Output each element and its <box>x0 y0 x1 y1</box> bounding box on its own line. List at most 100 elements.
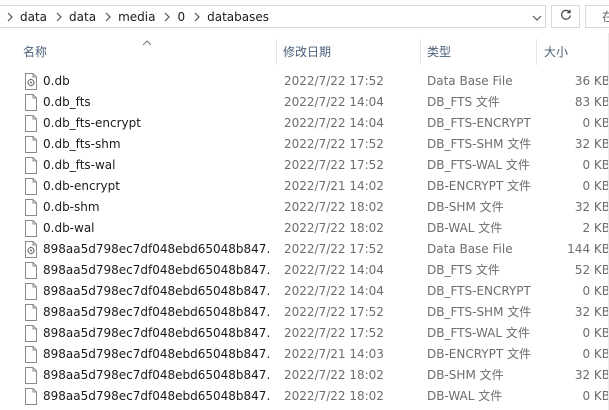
file-icon <box>24 325 38 342</box>
breadcrumb-item-data[interactable]: data <box>20 6 49 27</box>
file-row[interactable]: 0.db-wal 2022/7/22 18:02 DB-WAL 文件 2 KB <box>0 218 609 239</box>
file-size: 0 KB <box>541 281 609 302</box>
file-size-value: 32 KB <box>574 137 609 151</box>
file-date: 2022/7/22 18:02 <box>284 200 384 214</box>
refresh-button[interactable] <box>551 5 580 28</box>
chevron-right-icon[interactable] <box>157 6 177 27</box>
file-size: 0 KB <box>541 155 609 176</box>
file-icon <box>24 199 38 216</box>
file-icon <box>24 346 38 363</box>
file-name: 0.db <box>43 74 70 88</box>
file-date: 2022/7/22 18:02 <box>284 221 384 235</box>
file-type: DB-ENCRYPT 文件 <box>427 347 532 361</box>
file-type: DB_FTS-WAL 文件 <box>427 158 530 172</box>
file-icon <box>24 304 38 321</box>
breadcrumb-label[interactable]: data <box>69 10 98 24</box>
column-divider[interactable] <box>420 39 421 65</box>
column-divider[interactable] <box>536 39 537 65</box>
chevron-down-icon <box>532 10 542 24</box>
file-size-value: 2 KB <box>582 221 609 235</box>
breadcrumb-label[interactable]: databases <box>207 10 271 24</box>
breadcrumb-item-data[interactable]: data <box>69 6 98 27</box>
file-icon <box>24 157 38 174</box>
file-date: 2022/7/22 14:04 <box>284 284 384 298</box>
file-date: 2022/7/22 18:02 <box>284 389 384 403</box>
file-name: 898aa5d798ec7df048ebd65048b847... <box>43 284 271 298</box>
file-size: 0 KB <box>541 176 609 197</box>
file-icon <box>24 136 38 153</box>
file-date: 2022/7/22 17:52 <box>284 137 384 151</box>
file-row[interactable]: 0.db_fts-shm 2022/7/22 17:52 DB_FTS-SHM 文件… <box>0 134 609 155</box>
file-type: DB_FTS-SHM 文件 <box>427 137 532 151</box>
file-date: 2022/7/22 17:52 <box>284 158 384 172</box>
breadcrumb-item-databases[interactable]: databases <box>207 6 271 27</box>
column-header-type[interactable]: 类型 <box>427 33 451 69</box>
file-size-value: 0 KB <box>582 389 609 403</box>
chevron-right-icon[interactable] <box>49 6 69 27</box>
file-name: 0.db-encrypt <box>43 179 120 193</box>
file-icon <box>24 220 38 237</box>
file-type: Data Base File <box>427 74 513 88</box>
file-row[interactable]: 898aa5d798ec7df048ebd65048b847... 2022/7/… <box>0 281 609 302</box>
file-size: 52 KB <box>541 260 609 281</box>
file-icon <box>24 94 38 111</box>
refresh-icon <box>560 9 572 24</box>
file-type: DB-SHM 文件 <box>427 200 504 214</box>
file-size: 32 KB <box>541 197 609 218</box>
file-row[interactable]: 898aa5d798ec7df048ebd65048b847... 2022/7/… <box>0 302 609 323</box>
column-divider[interactable] <box>276 39 277 65</box>
breadcrumb-label[interactable]: media <box>118 10 157 24</box>
search-input[interactable]: 在 <box>585 5 609 28</box>
breadcrumb-label[interactable]: data <box>20 10 49 24</box>
file-row[interactable]: 898aa5d798ec7df048ebd65048b847... 2022/7/… <box>0 260 609 281</box>
file-type: DB_FTS-SHM 文件 <box>427 305 532 319</box>
file-row[interactable]: 898aa5d798ec7df048ebd65048b847... 2022/7/… <box>0 365 609 386</box>
file-type: DB_FTS-ENCRYPT <box>427 284 531 298</box>
file-row[interactable]: 898aa5d798ec7df048ebd65048b847... 2022/7/… <box>0 344 609 365</box>
file-row[interactable]: 0.db_fts-wal 2022/7/22 17:52 DB_FTS-WAL 文件… <box>0 155 609 176</box>
file-icon <box>24 367 38 384</box>
column-header-name[interactable]: 名称 <box>23 33 47 69</box>
file-row[interactable]: 898aa5d798ec7df048ebd65048b847... 2022/7/… <box>0 323 609 344</box>
breadcrumb[interactable]: data data media 0 databases <box>0 5 546 28</box>
file-row[interactable]: 0.db 2022/7/22 17:52 Data Base File 36 KB <box>0 71 609 92</box>
file-row[interactable]: 0.db_fts 2022/7/22 14:04 DB_FTS 文件 83 KB <box>0 92 609 113</box>
file-date: 2022/7/22 17:52 <box>284 242 384 256</box>
file-row[interactable]: 0.db-encrypt 2022/7/21 14:02 DB-ENCRYPT 文件… <box>0 176 609 197</box>
file-size: 0 KB <box>541 344 609 365</box>
file-date: 2022/7/22 18:02 <box>284 368 384 382</box>
file-name: 0.db-shm <box>43 200 100 214</box>
file-type: DB_FTS-ENCRYPT <box>427 116 531 130</box>
file-row[interactable]: 0.db-shm 2022/7/22 18:02 DB-SHM 文件 32 KB <box>0 197 609 218</box>
file-list: 0.db 2022/7/22 17:52 Data Base File 36 KB 0.… <box>0 71 609 407</box>
file-size-value: 0 KB <box>582 284 609 298</box>
file-row[interactable]: 898aa5d798ec7df048ebd65048b847... 2022/7/… <box>0 239 609 260</box>
file-row[interactable]: 0.db_fts-encrypt 2022/7/22 14:04 DB_FTS-EN… <box>0 113 609 134</box>
address-history-dropdown[interactable] <box>527 5 546 28</box>
file-icon <box>24 388 38 405</box>
file-date: 2022/7/22 17:52 <box>284 305 384 319</box>
chevron-right-icon[interactable] <box>187 6 207 27</box>
chevron-right-icon[interactable] <box>0 6 20 27</box>
file-size: 0 KB <box>541 386 609 407</box>
file-name: 898aa5d798ec7df048ebd65048b847... <box>43 389 271 403</box>
file-row[interactable]: 898aa5d798ec7df048ebd65048b847... 2022/7/… <box>0 386 609 407</box>
file-type: DB_FTS-WAL 文件 <box>427 326 530 340</box>
breadcrumb-label[interactable]: 0 <box>177 10 187 24</box>
file-size-value: 144 KB <box>567 242 609 256</box>
file-date: 2022/7/22 17:52 <box>284 326 384 340</box>
file-type: DB_FTS 文件 <box>427 263 500 277</box>
file-date: 2022/7/21 14:03 <box>284 347 384 361</box>
chevron-right-icon[interactable] <box>98 6 118 27</box>
file-type: DB-SHM 文件 <box>427 368 504 382</box>
file-name: 898aa5d798ec7df048ebd65048b847... <box>43 263 271 277</box>
breadcrumb-item-0[interactable]: 0 <box>177 6 187 27</box>
breadcrumb-item-media[interactable]: media <box>118 6 157 27</box>
database-file-icon <box>24 241 38 258</box>
file-size: 83 KB <box>541 92 609 113</box>
file-icon <box>24 115 38 132</box>
column-header-date[interactable]: 修改日期 <box>283 33 331 69</box>
file-type: Data Base File <box>427 242 513 256</box>
column-header-size[interactable]: 大小 <box>544 33 568 69</box>
file-name: 0.db_fts-shm <box>43 137 121 151</box>
